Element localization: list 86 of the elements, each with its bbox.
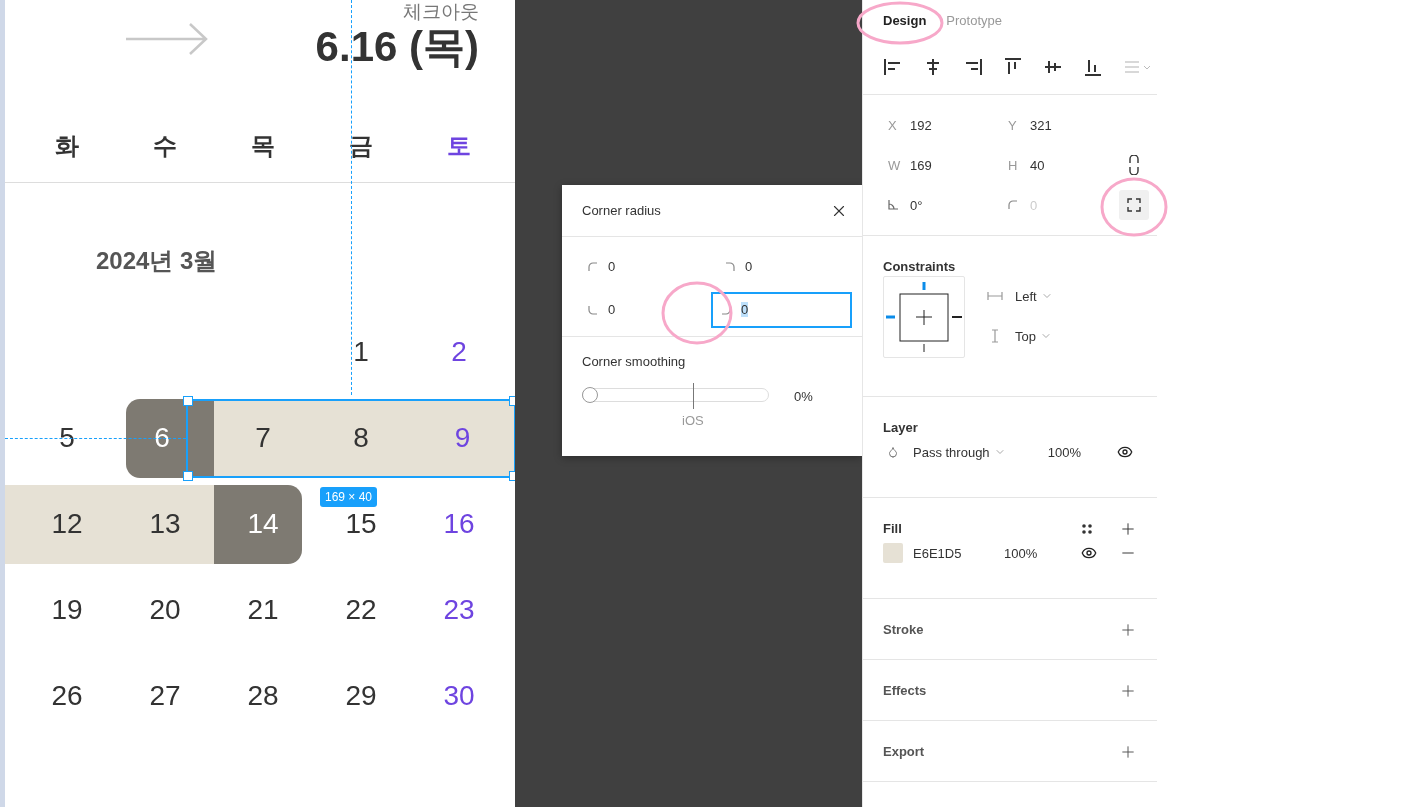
day-number[interactable]: 19 (51, 594, 83, 626)
eye-icon[interactable] (1117, 444, 1133, 460)
day-number[interactable]: 5 (59, 422, 75, 454)
day-number[interactable]: 8 (353, 422, 369, 454)
section-title: Fill (883, 521, 902, 536)
corner-radius-field[interactable]: 0 (578, 248, 715, 285)
day-number[interactable]: 2 (451, 336, 467, 368)
fill-opacity[interactable]: 100% (1004, 545, 1038, 561)
arrow-icon (125, 22, 209, 56)
corners-icon (1127, 198, 1141, 212)
weekday-label: 화 (55, 131, 79, 161)
property-value[interactable]: 169 (910, 157, 932, 173)
day-number[interactable]: 7 (255, 422, 271, 454)
panel-tab[interactable]: Design (883, 11, 927, 29)
month-title: 2024년 3월 (96, 247, 218, 274)
highlight-circle (1100, 177, 1168, 237)
smoothing-label: Corner smoothing (581, 353, 687, 369)
checkout-label: 체크아웃 (403, 1, 479, 23)
weekday-label: 수 (153, 131, 177, 161)
day-number[interactable]: 21 (247, 594, 279, 626)
section-title: Constraints (883, 259, 956, 274)
resize-handle[interactable] (183, 396, 193, 406)
vertical-constraint-dropdown[interactable]: Top (1015, 328, 1052, 344)
fill-swatch[interactable] (883, 543, 903, 563)
day-number[interactable]: 13 (149, 508, 181, 540)
droplet-icon (887, 446, 899, 458)
align-icon[interactable] (1083, 57, 1103, 77)
horizontal-constraint-dropdown[interactable]: Left (1015, 288, 1053, 304)
align-icon[interactable] (963, 57, 983, 77)
section-title: Effects (883, 683, 927, 698)
corner-icon (1008, 200, 1018, 210)
styles-icon[interactable] (1081, 522, 1093, 535)
weekday-label: 금 (349, 131, 373, 161)
property-label: W (888, 157, 898, 173)
corner-radius-field[interactable]: 0 (711, 291, 852, 328)
corner-radius-field[interactable]: 0 (715, 248, 852, 285)
dialog-title: Corner radius (582, 203, 661, 218)
day-number[interactable]: 6 (154, 422, 170, 454)
independent-corners-button[interactable] (1119, 190, 1149, 220)
resize-handle[interactable] (183, 471, 193, 481)
smoothing-value: 0% (794, 388, 813, 404)
property-label: X (888, 117, 898, 133)
day-number[interactable]: 30 (443, 680, 475, 712)
day-number[interactable]: 15 (345, 508, 377, 540)
weekday-label: 토 (447, 131, 471, 161)
highlight-circle (661, 281, 733, 345)
day-number[interactable]: 20 (149, 594, 181, 626)
property-value[interactable]: 192 (910, 117, 932, 133)
align-icon[interactable] (883, 57, 903, 77)
angle-icon (888, 200, 898, 210)
property-value[interactable]: 321 (1030, 117, 1052, 133)
section-title: Layer (883, 420, 918, 435)
blend-mode-dropdown[interactable]: Pass through (913, 444, 1006, 460)
property-label: H (1008, 157, 1018, 173)
day-number[interactable]: 29 (345, 680, 377, 712)
slider-thumb[interactable] (582, 387, 598, 403)
horizontal-constraint-icon (987, 291, 1003, 301)
property-value[interactable]: 40 (1030, 157, 1045, 173)
day-number[interactable]: 22 (345, 594, 377, 626)
align-icon[interactable] (1003, 57, 1023, 77)
fill-hex[interactable]: E6E1D5 (913, 545, 1004, 561)
section-title: Export (883, 744, 925, 759)
constraints-widget[interactable] (883, 276, 965, 358)
day-number[interactable]: 27 (149, 680, 181, 712)
corner-icon (588, 261, 598, 272)
day-number[interactable]: 14 (247, 508, 279, 540)
size-badge: 169 × 40 (320, 487, 378, 507)
layer-opacity[interactable]: 100% (1047, 444, 1081, 460)
day-number[interactable]: 23 (443, 594, 475, 626)
corner-icon (725, 261, 735, 272)
weekday-label: 목 (251, 131, 275, 161)
day-number[interactable]: 1 (353, 336, 369, 368)
day-number[interactable]: 9 (454, 422, 471, 454)
day-number[interactable]: 12 (51, 508, 83, 540)
day-number[interactable]: 26 (51, 680, 83, 712)
link-icon[interactable] (1129, 155, 1139, 175)
checkout-date: 6.16 (목) (315, 23, 479, 71)
constraints-drawing[interactable] (886, 282, 962, 352)
rotation-value[interactable]: 0° (910, 197, 923, 213)
property-label: Y (1008, 117, 1018, 133)
day-number[interactable]: 16 (443, 508, 475, 540)
day-number[interactable]: 28 (247, 680, 279, 712)
eye-icon[interactable] (1081, 545, 1097, 561)
corner-icon (588, 304, 598, 315)
tick-label: iOS (681, 413, 705, 428)
section-title: Stroke (883, 622, 924, 637)
